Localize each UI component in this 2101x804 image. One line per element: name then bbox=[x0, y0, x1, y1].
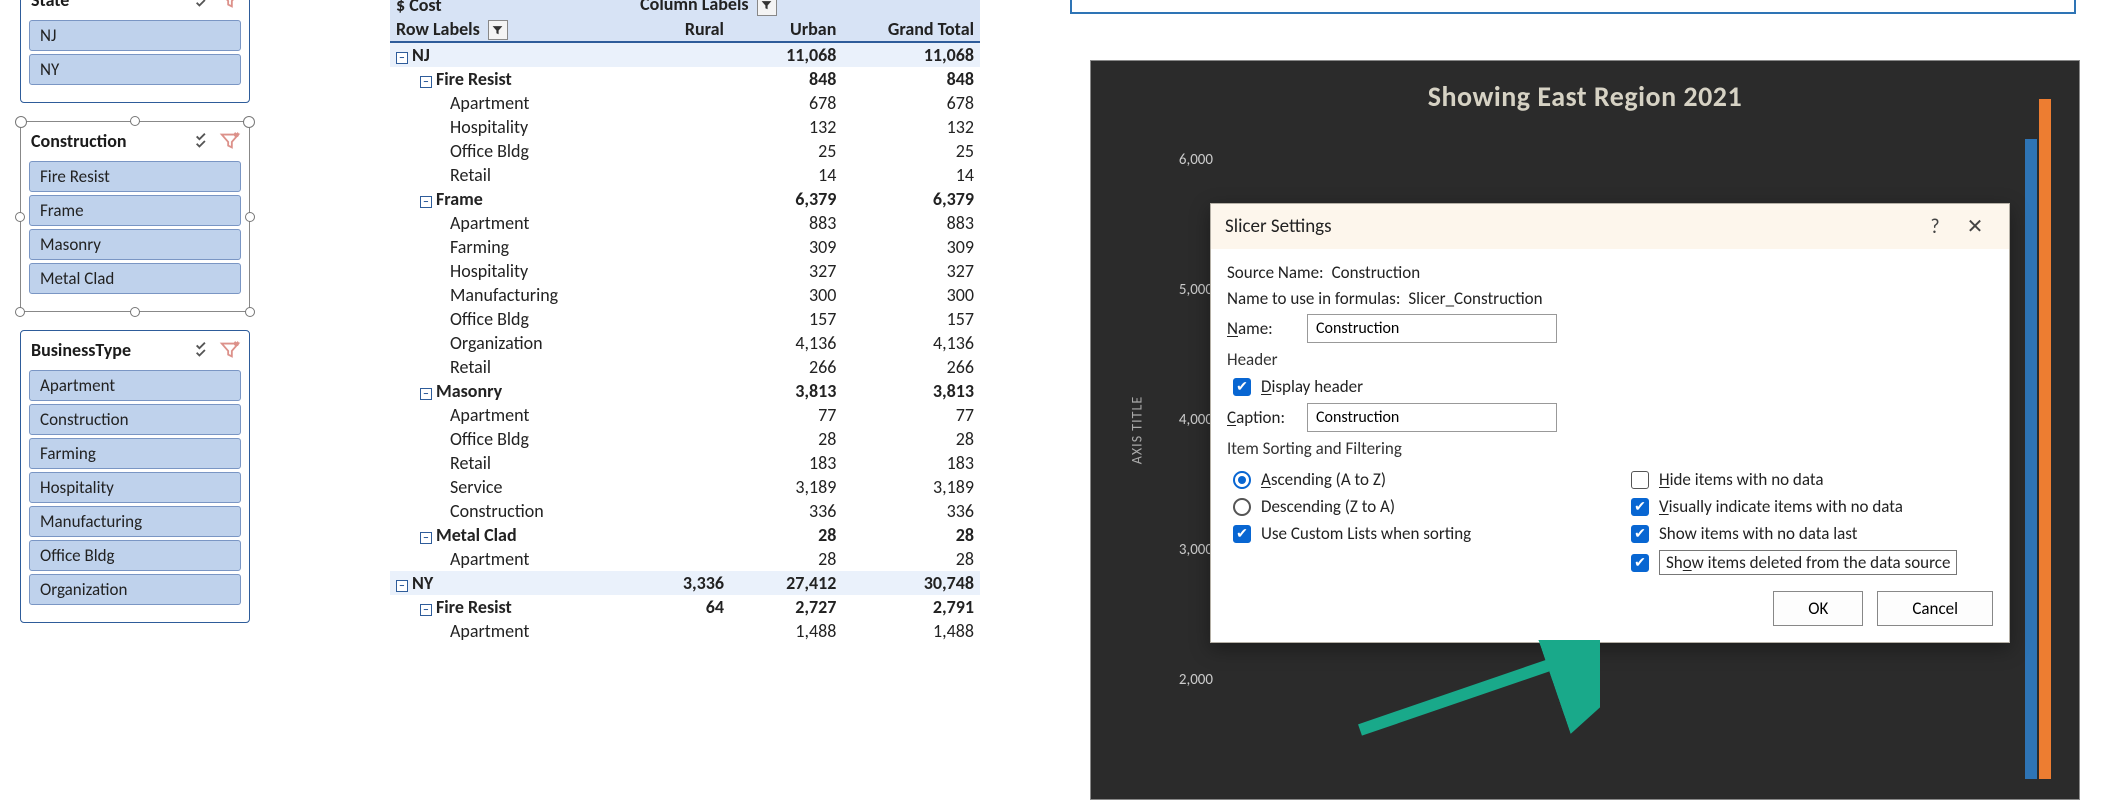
visually-indicate-label: Visually indicate items with no data bbox=[1659, 496, 1903, 517]
pivot-row[interactable]: Office Bldg 28 28 bbox=[390, 427, 980, 451]
slicer-title: State bbox=[31, 0, 189, 11]
slicer-title: Construction bbox=[31, 130, 189, 152]
formula-name-label: Name to use in formulas: bbox=[1227, 288, 1400, 309]
show-no-data-last-checkbox[interactable]: ✔ bbox=[1631, 525, 1649, 543]
pivot-row[interactable]: Hospitality 327 327 bbox=[390, 259, 980, 283]
pivot-row[interactable]: −Frame 6,379 6,379 bbox=[390, 187, 980, 211]
display-header-label: Display header bbox=[1261, 376, 1363, 397]
show-no-data-last-label: Show items with no data last bbox=[1659, 523, 1857, 544]
help-icon[interactable]: ? bbox=[1915, 215, 1955, 239]
slicer-item[interactable]: Apartment bbox=[29, 370, 241, 401]
descending-radio[interactable] bbox=[1233, 498, 1251, 516]
pivot-row[interactable]: −NY 3,336 27,412 30,748 bbox=[390, 571, 980, 595]
visually-indicate-checkbox[interactable]: ✔ bbox=[1631, 498, 1649, 516]
name-input[interactable] bbox=[1307, 314, 1557, 343]
slicer-businesstype[interactable]: BusinessType ApartmentConstructionFarmin… bbox=[20, 330, 250, 623]
chart-title: Showing East Region 2021 bbox=[1091, 61, 2079, 118]
display-header-checkbox[interactable]: ✔ bbox=[1233, 378, 1251, 396]
y-axis-title: AXIS TITLE bbox=[1129, 396, 1146, 464]
pivot-row[interactable]: Organization 4,136 4,136 bbox=[390, 331, 980, 355]
column-filter-button[interactable] bbox=[757, 0, 777, 16]
slicer-item[interactable]: Organization bbox=[29, 574, 241, 605]
source-name-label: Source Name: bbox=[1227, 262, 1324, 283]
slicer-item[interactable]: Hospitality bbox=[29, 472, 241, 503]
sort-filter-section: Item Sorting and Filtering bbox=[1227, 438, 1993, 459]
slicer-item[interactable]: Fire Resist bbox=[29, 161, 241, 192]
multiselect-icon[interactable] bbox=[193, 0, 215, 11]
slicer-item[interactable]: Construction bbox=[29, 404, 241, 435]
name-label: Name: bbox=[1227, 318, 1299, 339]
pivot-row[interactable]: −NJ 11,068 11,068 bbox=[390, 42, 980, 67]
pivot-row[interactable]: −Metal Clad 28 28 bbox=[390, 523, 980, 547]
use-custom-lists-checkbox[interactable]: ✔ bbox=[1233, 525, 1251, 543]
caption-input[interactable] bbox=[1307, 403, 1557, 432]
pivot-row[interactable]: −Masonry 3,813 3,813 bbox=[390, 379, 980, 403]
slicer-item[interactable]: Office Bldg bbox=[29, 540, 241, 571]
pivot-row[interactable]: Construction 336 336 bbox=[390, 499, 980, 523]
slicer-state[interactable]: State NJNY bbox=[20, 0, 250, 103]
pivot-table[interactable]: $ Cost Column Labels Row Labels Rural Ur… bbox=[390, 0, 980, 643]
caption-label: Caption: bbox=[1227, 407, 1299, 428]
pivot-row[interactable]: Apartment 678 678 bbox=[390, 91, 980, 115]
slicer-item[interactable]: NY bbox=[29, 54, 241, 85]
pivot-row[interactable]: Hospitality 132 132 bbox=[390, 115, 980, 139]
y-tick: 6,000 bbox=[1161, 151, 1221, 169]
pivot-row[interactable]: Retail 183 183 bbox=[390, 451, 980, 475]
pivot-row[interactable]: Farming 309 309 bbox=[390, 235, 980, 259]
header-section: Header bbox=[1227, 349, 1993, 370]
slicer-item[interactable]: Farming bbox=[29, 438, 241, 469]
slicer-construction[interactable]: Construction Fire ResistFrameMasonryMeta… bbox=[20, 121, 250, 312]
slicer-item[interactable]: NJ bbox=[29, 20, 241, 51]
pivot-row[interactable]: Retail 14 14 bbox=[390, 163, 980, 187]
formula-bar[interactable] bbox=[1070, 0, 2076, 14]
ascending-radio[interactable] bbox=[1233, 471, 1251, 489]
y-tick: 2,000 bbox=[1161, 671, 1221, 689]
pivot-row[interactable]: Office Bldg 157 157 bbox=[390, 307, 980, 331]
slicer-item[interactable]: Masonry bbox=[29, 229, 241, 260]
hide-no-data-checkbox[interactable] bbox=[1631, 471, 1649, 489]
multiselect-icon[interactable] bbox=[193, 339, 215, 361]
slicer-settings-dialog[interactable]: Slicer Settings ? ✕ Source Name: Constru… bbox=[1210, 203, 2010, 643]
pivot-row[interactable]: Service 3,189 3,189 bbox=[390, 475, 980, 499]
hide-no-data-label: Hide items with no data bbox=[1659, 469, 1823, 490]
clear-filter-icon[interactable] bbox=[219, 130, 241, 152]
slicer-item[interactable]: Metal Clad bbox=[29, 263, 241, 294]
pivot-row[interactable]: Apartment 1,488 1,488 bbox=[390, 619, 980, 643]
clear-filter-icon[interactable] bbox=[219, 339, 241, 361]
ok-button[interactable]: OK bbox=[1773, 591, 1863, 626]
ascending-label: Ascending (A to Z) bbox=[1261, 469, 1386, 490]
clear-filter-icon[interactable] bbox=[219, 0, 241, 11]
dialog-title: Slicer Settings bbox=[1225, 215, 1915, 238]
source-name-value: Construction bbox=[1332, 262, 1421, 283]
show-deleted-checkbox[interactable]: ✔ bbox=[1631, 554, 1649, 572]
pivot-row[interactable]: −Fire Resist 848 848 bbox=[390, 67, 980, 91]
close-icon[interactable]: ✕ bbox=[1955, 214, 1995, 239]
descending-label: Descending (Z to A) bbox=[1261, 496, 1395, 517]
multiselect-icon[interactable] bbox=[193, 130, 215, 152]
use-custom-lists-label: Use Custom Lists when sorting bbox=[1261, 523, 1471, 544]
slicer-item[interactable]: Frame bbox=[29, 195, 241, 226]
pivot-row[interactable]: Apartment 883 883 bbox=[390, 211, 980, 235]
pivot-row[interactable]: −Fire Resist 64 2,727 2,791 bbox=[390, 595, 980, 619]
formula-name-value: Slicer_Construction bbox=[1408, 288, 1542, 309]
row-filter-button[interactable] bbox=[488, 20, 508, 40]
slicer-title: BusinessType bbox=[31, 339, 189, 361]
pivot-row[interactable]: Retail 266 266 bbox=[390, 355, 980, 379]
pivot-row[interactable]: Manufacturing 300 300 bbox=[390, 283, 980, 307]
cancel-button[interactable]: Cancel bbox=[1877, 591, 1993, 626]
pivot-row[interactable]: Apartment 28 28 bbox=[390, 547, 980, 571]
pivot-row[interactable]: Office Bldg 25 25 bbox=[390, 139, 980, 163]
slicer-item[interactable]: Manufacturing bbox=[29, 506, 241, 537]
pivot-row[interactable]: Apartment 77 77 bbox=[390, 403, 980, 427]
show-deleted-label: Show items deleted from the data source bbox=[1659, 550, 1957, 575]
